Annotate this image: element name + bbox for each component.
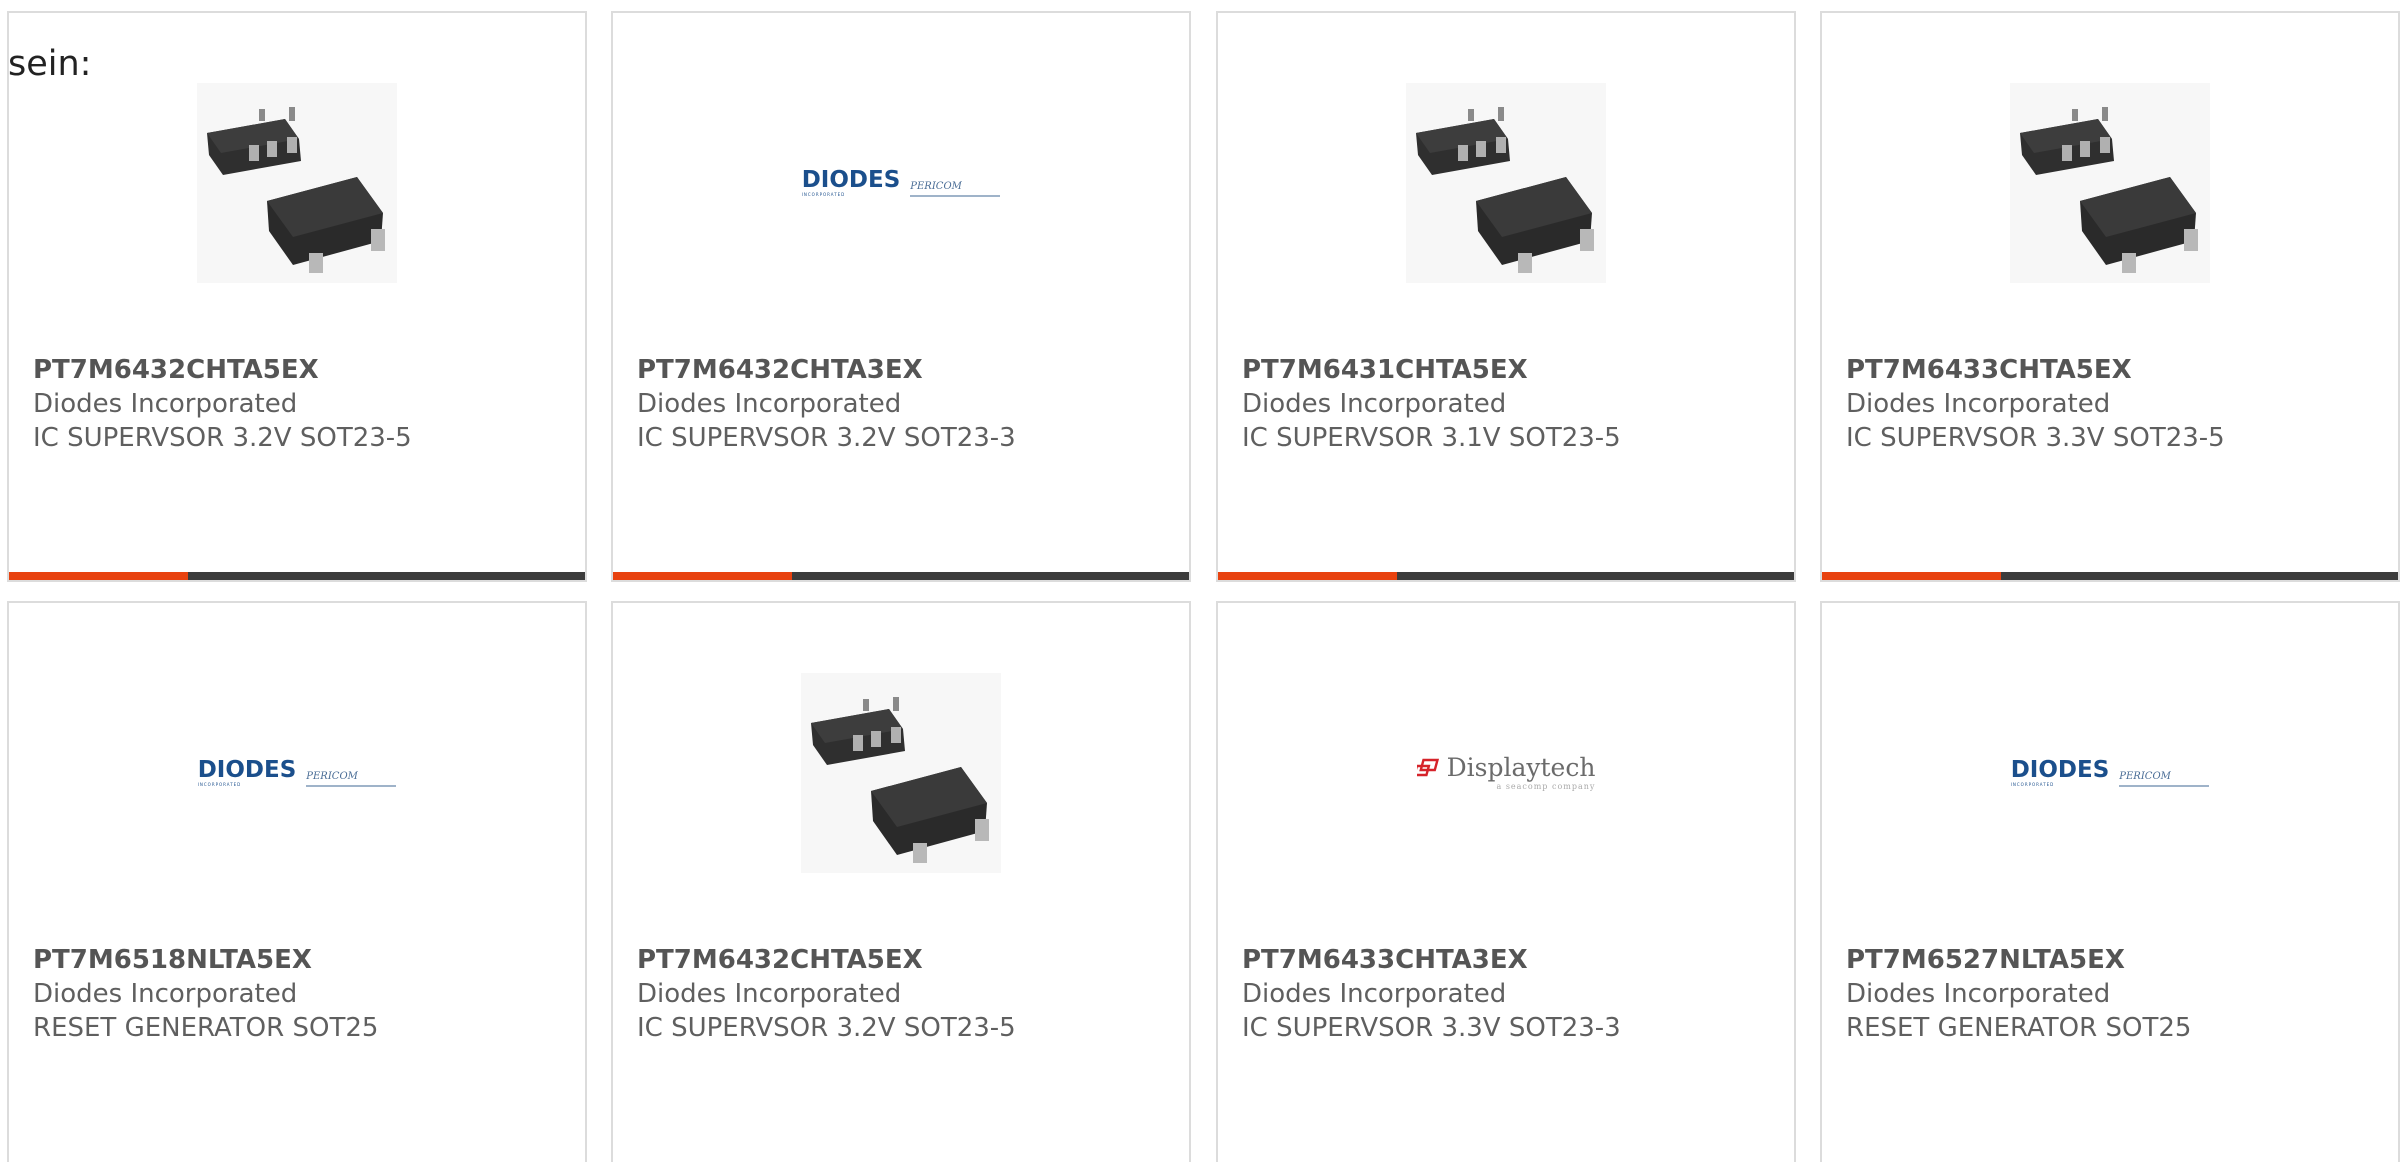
displaytech-logo-text: Displaytech — [1446, 753, 1596, 782]
progress-bar — [613, 572, 1189, 580]
product-card[interactable]: PT7M6432CHTA5EX Diodes Incorporated IC S… — [7, 11, 587, 582]
product-image-chip[interactable] — [197, 83, 397, 283]
product-card[interactable]: DIODES INCORPORATED PERICOM PT7M6527NLTA5E… — [1820, 601, 2400, 1162]
sot23-chip-icon — [801, 673, 1001, 873]
displaytech-mark-icon — [1416, 758, 1439, 776]
product-description: IC SUPERVSOR 3.3V SOT23-3 — [1242, 1013, 1621, 1043]
product-info: PT7M6431CHTA5EX Diodes Incorporated IC S… — [1242, 353, 1784, 455]
progress-bar-fill — [9, 572, 188, 580]
sot23-chip-icon — [197, 83, 397, 283]
pericom-logo-rule — [910, 195, 1001, 197]
part-number-link[interactable]: PT7M6432CHTA5EX — [637, 943, 1179, 977]
manufacturer-name: Diodes Incorporated — [637, 979, 902, 1009]
product-description: IC SUPERVSOR 3.2V SOT23-3 — [637, 423, 1016, 453]
pericom-logo-rule — [2119, 785, 2210, 787]
part-number-link[interactable]: PT7M6527NLTA5EX — [1846, 943, 2388, 977]
progress-bar — [1822, 572, 2398, 580]
diodes-logo: DIODES INCORPORATED PERICOM — [801, 83, 1001, 283]
product-info: PT7M6432CHTA5EX Diodes Incorporated IC S… — [637, 943, 1179, 1045]
product-card[interactable]: PT7M6433CHTA5EX Diodes Incorporated IC S… — [1820, 11, 2400, 582]
diodes-logo: DIODES INCORPORATED PERICOM — [197, 673, 397, 873]
product-description: IC SUPERVSOR 3.1V SOT23-5 — [1242, 423, 1621, 453]
product-grid-page: sein: PT7M6432CHTA5EX Diodes Incorporate… — [0, 0, 2400, 1162]
displaytech-logo: Displaytech a seacomp company — [1406, 673, 1606, 873]
product-card[interactable]: DIODES INCORPORATED PERICOM PT7M6432CHTA3E… — [611, 11, 1191, 582]
pericom-logo-text: PERICOM — [306, 771, 358, 782]
product-info: PT7M6518NLTA5EX Diodes Incorporated RESE… — [33, 943, 575, 1045]
manufacturer-name: Diodes Incorporated — [1846, 979, 2111, 1009]
manufacturer-name: Diodes Incorporated — [33, 389, 298, 419]
part-number-link[interactable]: PT7M6432CHTA3EX — [637, 353, 1179, 387]
product-info: PT7M6432CHTA3EX Diodes Incorporated IC S… — [637, 353, 1179, 455]
product-info: PT7M6527NLTA5EX Diodes Incorporated RESE… — [1846, 943, 2388, 1045]
progress-bar — [1218, 572, 1794, 580]
progress-bar-fill — [613, 572, 792, 580]
product-image-chip[interactable] — [2010, 83, 2210, 283]
progress-bar-fill — [1218, 572, 1397, 580]
manufacturer-name: Diodes Incorporated — [1242, 979, 1507, 1009]
pericom-logo-text: PERICOM — [2119, 771, 2171, 782]
product-description: IC SUPERVSOR 3.2V SOT23-5 — [637, 1013, 1016, 1043]
product-card[interactable]: PT7M6431CHTA5EX Diodes Incorporated IC S… — [1216, 11, 1796, 582]
part-number-link[interactable]: PT7M6431CHTA5EX — [1242, 353, 1784, 387]
displaytech-logo-subtext: a seacomp company — [1496, 782, 1596, 791]
product-info: PT7M6433CHTA3EX Diodes Incorporated IC S… — [1242, 943, 1784, 1045]
pericom-logo-text: PERICOM — [910, 181, 962, 192]
sot23-chip-icon — [1406, 83, 1606, 283]
product-description: IC SUPERVSOR 3.3V SOT23-5 — [1846, 423, 2225, 453]
product-card[interactable]: Displaytech a seacomp company PT7M6433CHT… — [1216, 601, 1796, 1162]
sot23-chip-icon — [2010, 83, 2210, 283]
diodes-logo: DIODES INCORPORATED PERICOM — [2010, 673, 2210, 873]
part-number-link[interactable]: PT7M6518NLTA5EX — [33, 943, 575, 977]
manufacturer-name: Diodes Incorporated — [1846, 389, 2111, 419]
product-image-logo[interactable]: Displaytech a seacomp company — [1406, 673, 1606, 873]
product-image-chip[interactable] — [1406, 83, 1606, 283]
product-info: PT7M6433CHTA5EX Diodes Incorporated IC S… — [1846, 353, 2388, 455]
part-number-link[interactable]: PT7M6433CHTA5EX — [1846, 353, 2388, 387]
product-image-logo[interactable]: DIODES INCORPORATED PERICOM — [2010, 673, 2210, 873]
intro-text: sein: — [8, 44, 92, 84]
diodes-logo-text: DIODES — [801, 167, 901, 193]
product-description: RESET GENERATOR SOT25 — [33, 1013, 379, 1043]
product-image-chip[interactable] — [801, 673, 1001, 873]
manufacturer-name: Diodes Incorporated — [33, 979, 298, 1009]
pericom-logo-rule — [306, 785, 397, 787]
product-info: PT7M6432CHTA5EX Diodes Incorporated IC S… — [33, 353, 575, 455]
progress-bar — [9, 572, 585, 580]
product-description: RESET GENERATOR SOT25 — [1846, 1013, 2192, 1043]
diodes-logo-text: DIODES — [197, 757, 297, 783]
manufacturer-name: Diodes Incorporated — [1242, 389, 1507, 419]
product-description: IC SUPERVSOR 3.2V SOT23-5 — [33, 423, 412, 453]
diodes-logo-text: DIODES — [2010, 757, 2110, 783]
product-image-logo[interactable]: DIODES INCORPORATED PERICOM — [801, 83, 1001, 283]
part-number-link[interactable]: PT7M6432CHTA5EX — [33, 353, 575, 387]
product-card[interactable]: PT7M6432CHTA5EX Diodes Incorporated IC S… — [611, 601, 1191, 1162]
manufacturer-name: Diodes Incorporated — [637, 389, 902, 419]
product-card[interactable]: DIODES INCORPORATED PERICOM PT7M6518NLTA5E… — [7, 601, 587, 1162]
product-image-logo[interactable]: DIODES INCORPORATED PERICOM — [197, 673, 397, 873]
progress-bar-fill — [1822, 572, 2001, 580]
part-number-link[interactable]: PT7M6433CHTA3EX — [1242, 943, 1784, 977]
